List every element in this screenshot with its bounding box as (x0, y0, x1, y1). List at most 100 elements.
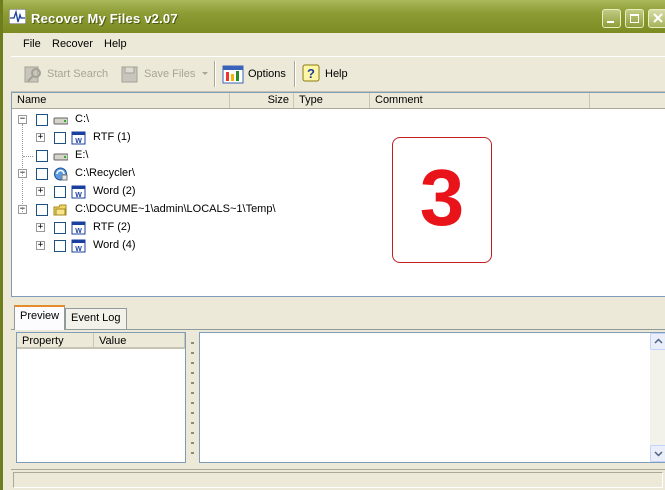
maximize-icon (630, 14, 639, 23)
minimize-button[interactable] (602, 9, 621, 28)
vertical-scrollbar[interactable] (650, 333, 665, 462)
document-icon: W (71, 131, 86, 145)
tree-row[interactable]: + W RTF (2) (12, 219, 412, 237)
tree-row[interactable]: + W Word (4) (12, 237, 412, 255)
drive-icon (53, 153, 68, 161)
title-bar[interactable]: Recover My Files v2.07 (3, 0, 665, 33)
document-icon: W (71, 239, 86, 253)
select-checkbox[interactable] (36, 150, 48, 162)
menu-bar: File Recover Help (11, 34, 665, 54)
save-files-label: Save Files (144, 67, 196, 80)
tree-row[interactable]: + W Word (2) (12, 183, 412, 201)
tree-connector (23, 156, 33, 157)
select-checkbox[interactable] (36, 114, 48, 126)
status-bar (11, 469, 665, 490)
save-files-button[interactable]: Save Files (120, 57, 211, 90)
arrow-down-icon (654, 451, 663, 457)
column-property[interactable]: Property (17, 333, 94, 349)
document-icon: W (71, 185, 86, 199)
svg-text:W: W (75, 192, 82, 199)
options-button[interactable]: Options (222, 57, 286, 90)
tab-event-log[interactable]: Event Log (65, 308, 127, 329)
expand-icon[interactable]: + (36, 223, 45, 232)
grip-dot (191, 422, 194, 424)
menu-help[interactable]: Help (104, 38, 127, 50)
column-type[interactable]: Type (294, 93, 370, 108)
grip-dot (191, 442, 194, 444)
select-checkbox[interactable] (54, 240, 66, 252)
column-comment[interactable]: Comment (370, 93, 590, 108)
svg-text:W: W (75, 228, 82, 235)
tree-row[interactable]: + W RTF (1) (12, 129, 412, 147)
scroll-down-button[interactable] (650, 445, 665, 462)
tree-row[interactable]: E:\ (12, 147, 412, 165)
options-label: Options (248, 67, 286, 80)
tree-guide-line (22, 124, 23, 214)
select-checkbox[interactable] (54, 132, 66, 144)
folder-icon (53, 204, 67, 216)
svg-text:W: W (75, 246, 82, 253)
column-value[interactable]: Value (94, 333, 185, 349)
tab-preview[interactable]: Preview (14, 305, 66, 330)
column-name[interactable]: Name (12, 93, 230, 108)
tree-row-label: RTF (1) (93, 131, 131, 143)
select-checkbox[interactable] (36, 168, 48, 180)
file-tree-view[interactable]: Name Size Type Comment − C:\ + W RTF (1) E:\ −… (11, 92, 665, 297)
step-number-badge: 3 (392, 137, 492, 263)
svg-text:?: ? (307, 66, 315, 81)
tree-row-label: RTF (2) (93, 221, 131, 233)
status-panel (13, 472, 663, 488)
menu-file[interactable]: File (23, 38, 41, 50)
expand-icon[interactable]: + (36, 133, 45, 142)
bottom-tabs: Preview Event Log (11, 305, 665, 330)
select-checkbox[interactable] (54, 186, 66, 198)
save-disk-icon (121, 66, 138, 82)
recycle-bin-icon (54, 167, 68, 181)
tree-row-label: C:\DOCUME~1\admin\LOCALS~1\Temp\ (75, 203, 276, 215)
grip-dot (191, 392, 194, 394)
step-number: 3 (419, 153, 465, 242)
menu-recover[interactable]: Recover (52, 38, 93, 50)
grip-dot (191, 432, 194, 434)
expand-icon[interactable]: + (36, 241, 45, 250)
collapse-icon[interactable]: − (18, 115, 27, 124)
tree-row-label: C:\ (75, 113, 90, 125)
window-title: Recover My Files v2.07 (31, 11, 178, 26)
start-search-label: Start Search (47, 67, 109, 80)
close-button[interactable] (648, 9, 665, 28)
select-checkbox[interactable] (54, 222, 66, 234)
toolbar-separator (294, 61, 296, 87)
tree-row[interactable]: − C:\ (12, 111, 412, 129)
grip-dot (191, 362, 194, 364)
select-checkbox[interactable] (36, 204, 48, 216)
vertical-splitter[interactable] (189, 332, 197, 463)
tree-row[interactable]: − C:\Recycler\ (12, 165, 412, 183)
start-search-button[interactable]: Start Search (23, 57, 108, 90)
property-list[interactable]: Property Value (16, 332, 186, 463)
tree-row-label: E:\ (75, 149, 89, 161)
arrow-up-icon (654, 338, 663, 344)
svg-text:W: W (75, 138, 82, 145)
pulse-icon (9, 9, 26, 24)
tree-row[interactable]: − C:\DOCUME~1\admin\LOCALS~1\Temp\ (12, 201, 412, 219)
search-page-icon (24, 66, 41, 82)
help-label: Help (325, 67, 348, 80)
help-question-icon: ? (302, 64, 320, 81)
options-icon (222, 65, 244, 83)
horizontal-splitter[interactable] (11, 297, 665, 305)
preview-area[interactable] (199, 332, 665, 463)
tree-row-label: Word (2) (93, 185, 136, 197)
expand-icon[interactable]: + (36, 187, 45, 196)
maximize-button[interactable] (625, 9, 644, 28)
toolbar-separator (214, 61, 216, 87)
column-size[interactable]: Size (230, 93, 294, 108)
grip-dot (191, 452, 194, 454)
grip-dot (191, 342, 194, 344)
scroll-up-button[interactable] (650, 333, 665, 350)
grip-dot (191, 382, 194, 384)
dropdown-arrow-icon (202, 71, 209, 75)
grip-dot (191, 372, 194, 374)
grip-dot (191, 352, 194, 354)
help-button[interactable]: ? Help (301, 57, 348, 90)
toolbar: Start Search Save Files Options ? Help (11, 56, 665, 92)
